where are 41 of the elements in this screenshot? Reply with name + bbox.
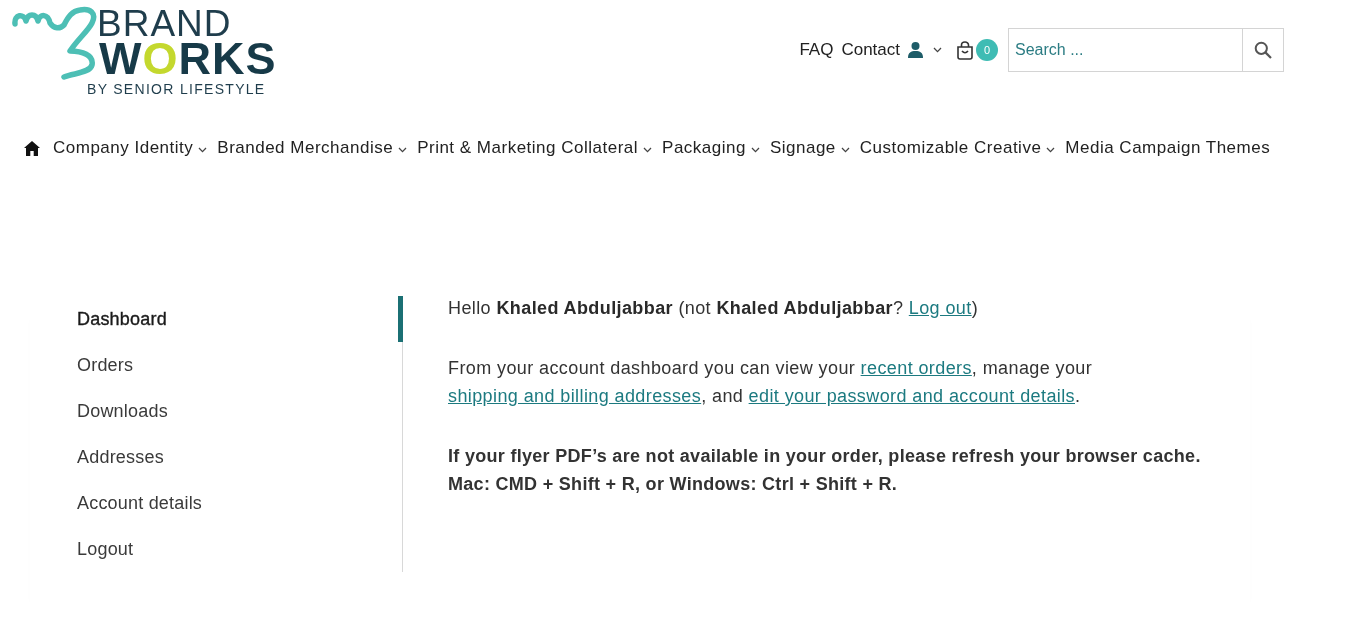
text-link[interactable]: shipping and billing addresses: [448, 386, 702, 406]
logo-text: BRAND: [97, 5, 232, 41]
logo-tagline: BY SENIOR LIFESTYLE: [87, 81, 267, 97]
header-link[interactable]: FAQ: [799, 40, 834, 60]
account-nav-item[interactable]: Account details: [30, 480, 403, 526]
greeting-text: Hello Khaled Abduljabbar (not Khaled Abduljabbar? Log out): [448, 297, 980, 320]
nav-menu-item[interactable]: Company Identity: [53, 138, 208, 158]
account-nav-item[interactable]: Downloads: [30, 388, 403, 434]
chevron-down-icon: [643, 146, 653, 153]
logo-text: WORKS: [99, 41, 277, 77]
search-button[interactable]: [1243, 28, 1284, 72]
nav-menu-item[interactable]: Print & Marketing Collateral: [417, 138, 653, 158]
text-link[interactable]: edit your password and account details: [748, 386, 1075, 406]
chevron-down-icon: [398, 146, 408, 153]
search-icon: [1254, 41, 1272, 59]
user-icon: [908, 42, 923, 58]
chevron-down-icon: [933, 47, 942, 53]
nav-menu-item[interactable]: Media Campaign Themes: [1065, 138, 1271, 158]
chevron-down-icon: [750, 146, 760, 153]
chevron-down-icon: [1046, 146, 1056, 153]
logo-swoosh-icon: [10, 5, 98, 81]
text-link[interactable]: recent orders: [860, 358, 972, 378]
text-link[interactable]: Log out: [908, 298, 972, 318]
account-nav-item[interactable]: Addresses: [30, 434, 403, 480]
search-field[interactable]: Search ...: [1008, 28, 1243, 72]
info-text: From your account dashboard you can view your recent orders, manage your shipping and billing addresses, and edit your password and account details.: [448, 357, 1094, 408]
nav-menu-item[interactable]: Packaging: [662, 138, 760, 158]
account-nav-item[interactable]: Logout: [30, 526, 403, 572]
home-icon[interactable]: [24, 140, 40, 156]
notice-text: If your flyer PDF’s are not available in your order, please refresh your browser cache. Mac: CMD + Shift + R, or Windows: Ctrl + Shift + R.: [448, 445, 1202, 496]
account-nav-item[interactable]: Orders: [30, 342, 403, 388]
account-nav-item[interactable]: Dashboard: [30, 296, 403, 342]
nav-menu-item[interactable]: Signage: [769, 138, 850, 158]
shopping-bag-icon: [956, 40, 974, 60]
nav-menu-item[interactable]: Branded Merchandise: [217, 138, 408, 158]
chevron-down-icon: [198, 146, 208, 153]
cart-count-badge: 0: [976, 39, 998, 61]
chevron-down-icon: [840, 146, 850, 153]
header-link[interactable]: Contact: [841, 40, 900, 60]
account-menu-button[interactable]: [908, 42, 942, 58]
nav-menu-item[interactable]: Customizable Creative: [859, 138, 1056, 158]
